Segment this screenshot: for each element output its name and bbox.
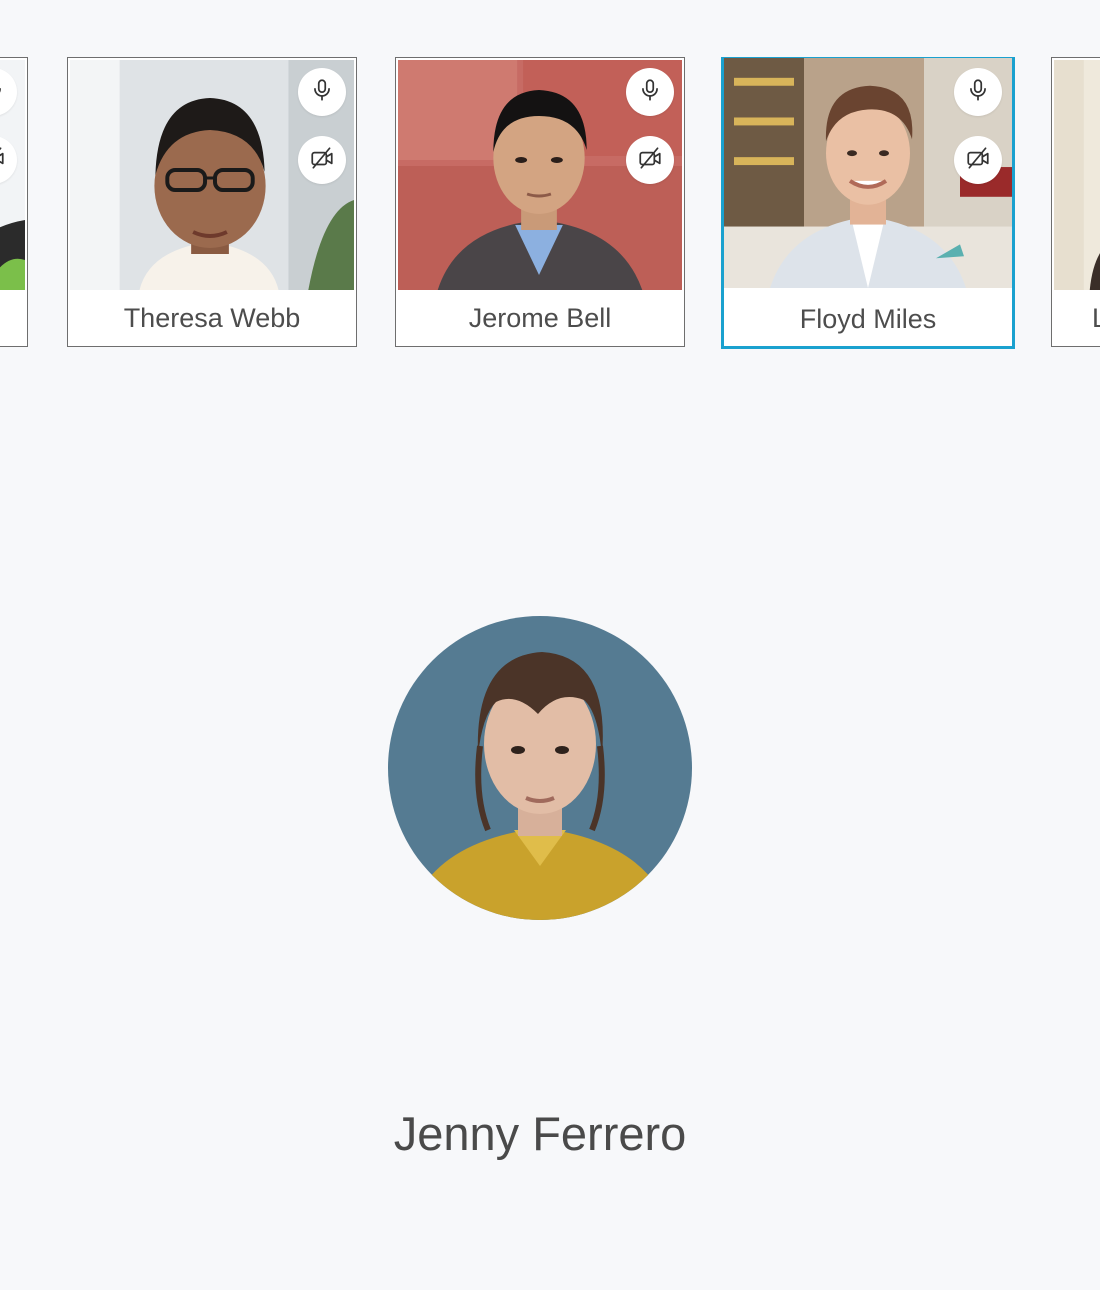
participant-name: Floyd Miles [724,291,1012,346]
microphone-icon [309,77,335,108]
participant-tile[interactable] [0,57,28,347]
toggle-camera-button[interactable] [298,136,346,184]
participant-name [0,290,27,346]
participant-name: L [1052,290,1100,346]
toggle-camera-button[interactable] [954,136,1002,184]
camera-off-icon [309,145,335,176]
microphone-icon [0,77,6,108]
participant-tile[interactable]: L [1051,57,1100,347]
participant-photo [1054,60,1100,290]
active-speaker-avatar [388,616,692,920]
active-speaker-name: Jenny Ferrero [393,1107,687,1160]
mute-microphone-button[interactable] [626,68,674,116]
mute-microphone-button[interactable] [954,68,1002,116]
camera-off-icon [0,145,6,176]
camera-off-icon [637,145,663,176]
participant-strip: Theresa Webb Jerome Bell Floyd Miles L [0,57,1100,349]
mute-microphone-button[interactable] [298,68,346,116]
participant-tile-floyd-miles[interactable]: Floyd Miles [721,57,1015,349]
microphone-icon [965,77,991,108]
participant-name: Jerome Bell [396,290,684,346]
participant-tile-theresa-webb[interactable]: Theresa Webb [67,57,357,347]
participant-name: Theresa Webb [68,290,356,346]
microphone-icon [637,77,663,108]
camera-off-icon [965,145,991,176]
participant-tile-jerome-bell[interactable]: Jerome Bell [395,57,685,347]
toggle-camera-button[interactable] [626,136,674,184]
